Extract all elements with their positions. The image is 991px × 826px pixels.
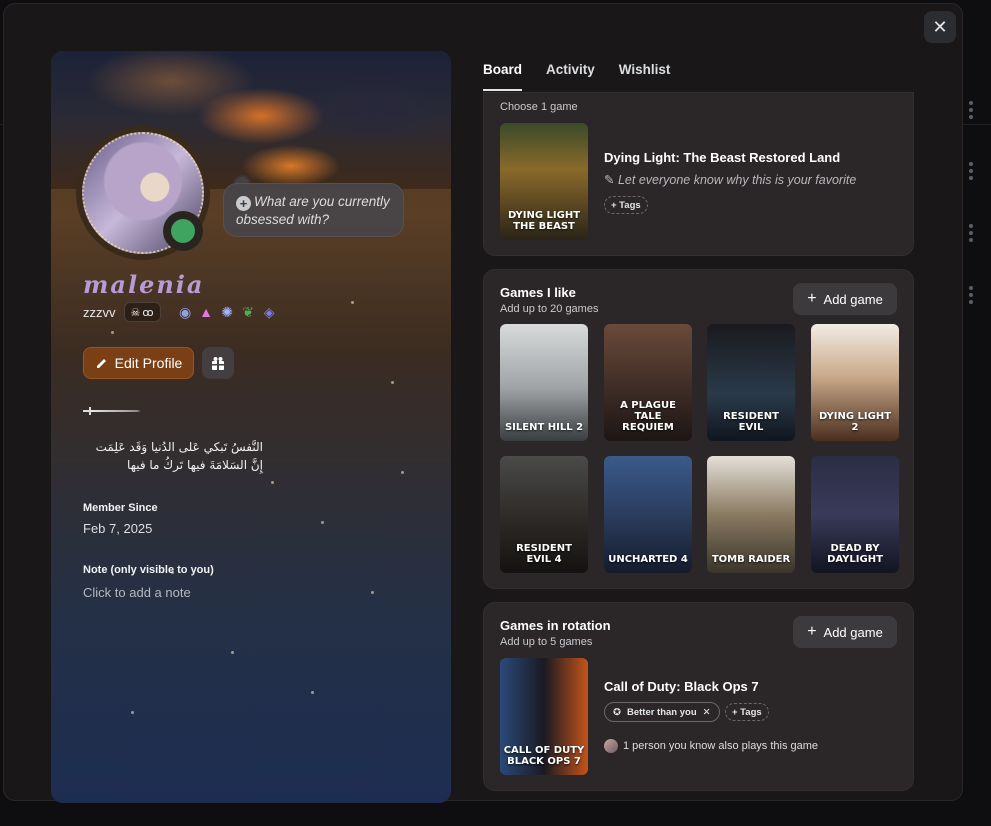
friends-playing-text: 1 person you know also plays this game (623, 740, 819, 752)
game-cover[interactable]: DYING LIGHT 2 (811, 324, 899, 441)
rotation-games-card: Games in rotation Add up to 5 games + Add… (483, 602, 914, 791)
profile-tabs: Board Activity Wishlist (483, 62, 670, 91)
member-since-label: Member Since (83, 502, 158, 514)
game-cover-title: SILENT HILL 2 (504, 422, 584, 433)
pencil-icon (96, 359, 106, 368)
game-cover[interactable]: A PLAGUE TALE REQUIEM (604, 324, 692, 441)
username[interactable]: zzzvv (83, 305, 116, 320)
server-tag-text: ꝏ (142, 306, 154, 319)
member-since-value: Feb 7, 2025 (83, 521, 153, 536)
boost-badge-icon[interactable]: ✺ (219, 304, 236, 321)
friends-playing: 1 person you know also plays this game (604, 739, 818, 753)
liked-games-subtitle: Add up to 20 games (500, 303, 599, 315)
game-cover-title: RESIDENT EVIL (723, 411, 779, 433)
more-icon (969, 224, 973, 242)
quest-badge-icon[interactable]: ◈ (261, 304, 278, 321)
more-icon (969, 162, 973, 180)
rotation-game-title[interactable]: Call of Duty: Black Ops 7 (604, 679, 759, 694)
sparkle (391, 381, 394, 384)
server-tag-icon: ☠ (130, 306, 141, 319)
status-indicator (163, 211, 203, 251)
profile-badges: ◉ ▲ ✺ ❦ ◈ (177, 304, 278, 321)
game-cover-title: RESIDENT EVIL 4 (516, 543, 572, 565)
bio: النَّفسُ تَبكي عَلى الدُنيا وَقَد عَلِمَ… (83, 438, 263, 474)
sparkle (131, 711, 134, 714)
server-tag[interactable]: ☠ ꝏ (123, 302, 161, 322)
add-game-label: Add game (823, 624, 883, 640)
leaf-badge-icon[interactable]: ❦ (240, 304, 257, 321)
custom-status-bubble[interactable]: + What are you currently obsessed with? (223, 183, 404, 237)
favorite-game-cover[interactable]: DYING LIGHT THE BEAST (500, 123, 588, 240)
plus-icon: + (807, 623, 817, 640)
tab-board[interactable]: Board (483, 62, 523, 91)
sword-divider-icon (83, 407, 141, 415)
remove-tag-icon[interactable]: ✕ (703, 707, 711, 718)
pencil-icon: ✎ (604, 173, 615, 187)
liked-games-card: Games I like Add up to 20 games + Add gam… (483, 269, 914, 589)
add-tags-button[interactable]: + Tags (725, 703, 769, 721)
more-icon (969, 101, 973, 119)
close-button[interactable]: ✕ (924, 11, 956, 43)
bio-line: إِنَّ السَلامَةَ فيها تَركُ ما فيها (127, 458, 263, 472)
edit-profile-label: Edit Profile (114, 355, 183, 371)
game-cover[interactable]: RESIDENT EVIL (707, 324, 795, 441)
display-name: malenia (83, 270, 205, 299)
tab-wishlist[interactable]: Wishlist (619, 62, 671, 91)
sparkle (351, 301, 354, 304)
username-row: zzzvv ☠ ꝏ ◉ ▲ ✺ ❦ ◈ (83, 302, 278, 322)
note-input[interactable]: Click to add a note (83, 585, 191, 600)
sparkle (271, 481, 274, 484)
nitro-badge-icon[interactable]: ▲ (198, 304, 215, 321)
thought-prompt: What are you currently obsessed with? (236, 194, 390, 227)
gift-icon (212, 357, 224, 370)
add-game-label: Add game (823, 291, 883, 307)
add-tags-button[interactable]: + Tags (604, 196, 648, 214)
add-liked-game-button[interactable]: + Add game (793, 283, 897, 315)
game-cover[interactable]: TOMB RAIDER (707, 456, 795, 573)
edit-profile-button[interactable]: Edit Profile (83, 347, 194, 379)
rotation-subtitle: Add up to 5 games (500, 636, 593, 648)
favorite-subtitle: Choose 1 game (500, 101, 578, 113)
add-status-icon: + (236, 196, 251, 211)
close-icon: ✕ (932, 16, 948, 37)
tab-activity[interactable]: Activity (546, 62, 595, 91)
rotation-title: Games in rotation (500, 618, 611, 633)
game-cover-title: A PLAGUE TALE REQUIEM (620, 400, 676, 433)
gift-button[interactable] (202, 347, 234, 379)
sparkle (321, 521, 324, 524)
rotation-cover-title: CALL OF DUTY BLACK OPS 7 (503, 745, 585, 767)
add-rotation-game-button[interactable]: + Add game (793, 616, 897, 648)
game-cover[interactable]: RESIDENT EVIL 4 (500, 456, 588, 573)
rotation-game-cover[interactable]: CALL OF DUTY BLACK OPS 7 (500, 658, 588, 775)
game-cover[interactable]: UNCHARTED 4 (604, 456, 692, 573)
note-label: Note (only visible to you) (83, 564, 214, 576)
game-cover-title: DEAD BY DAYLIGHT (827, 543, 883, 565)
favorite-game-title[interactable]: Dying Light: The Beast Restored Land (604, 150, 840, 165)
favorite-game-card: Choose 1 game DYING LIGHT THE BEAST Dyin… (483, 92, 914, 256)
rank-tag-label: Better than you (626, 706, 697, 718)
sparkle (111, 331, 114, 334)
award-icon: ✪ (613, 706, 621, 718)
rank-tag[interactable]: ✪ Better than you ✕ (604, 702, 720, 722)
online-status-icon (171, 219, 195, 243)
favorite-cover-title: DYING LIGHT THE BEAST (507, 210, 581, 232)
more-icon (969, 286, 973, 304)
game-cover-title: UNCHARTED 4 (608, 554, 688, 565)
liked-games-title: Games I like (500, 285, 576, 300)
hypesquad-badge-icon[interactable]: ◉ (177, 304, 194, 321)
favorite-reason-text: Let everyone know why this is your favor… (617, 173, 857, 187)
sparkle (311, 691, 314, 694)
friend-avatar[interactable] (604, 739, 618, 753)
sparkle (371, 591, 374, 594)
game-cover[interactable]: DEAD BY DAYLIGHT (811, 456, 899, 573)
bio-line: النَّفسُ تَبكي عَلى الدُنيا وَقَد عَلِمَ… (95, 440, 263, 454)
plus-icon: + (807, 290, 817, 307)
game-cover-title: TOMB RAIDER (711, 554, 791, 565)
sparkle (231, 651, 234, 654)
game-cover[interactable]: SILENT HILL 2 (500, 324, 588, 441)
favorite-reason-prompt[interactable]: ✎ Let everyone know why this is your fav… (604, 172, 856, 187)
sparkle (401, 471, 404, 474)
game-cover-title: DYING LIGHT 2 (818, 411, 892, 433)
